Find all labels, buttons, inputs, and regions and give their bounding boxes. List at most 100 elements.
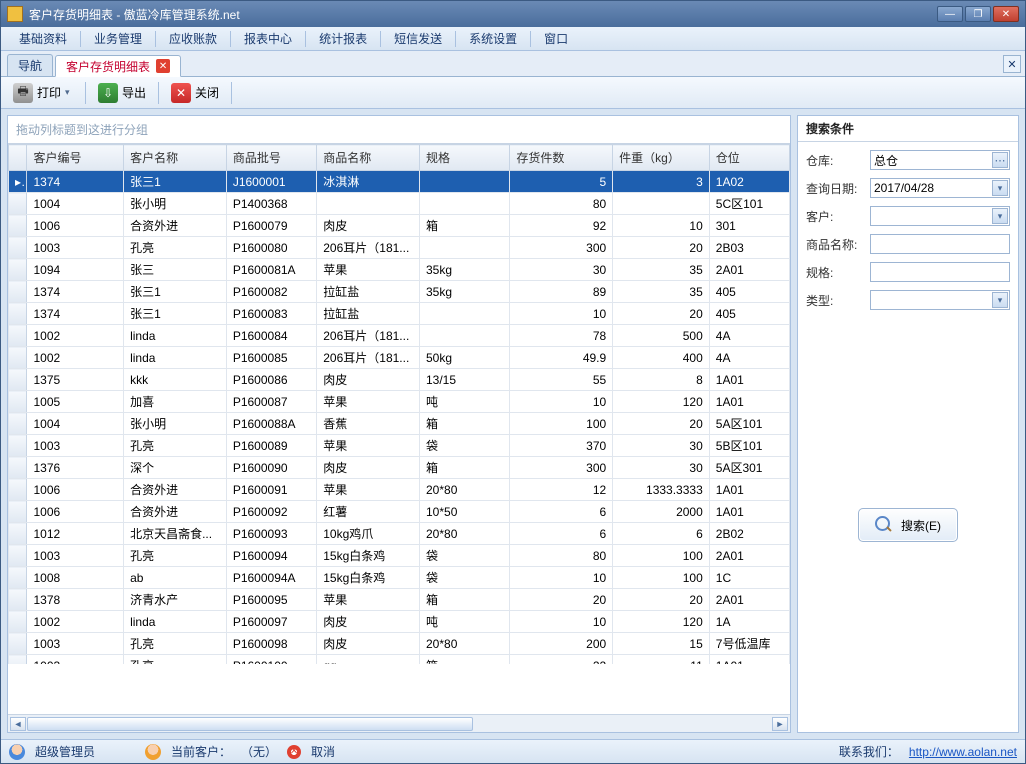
cell[interactable]: 苹果 xyxy=(317,391,420,413)
cell[interactable] xyxy=(420,325,510,347)
print-button[interactable]: 🖶 打印 ▾ xyxy=(7,80,79,106)
cell[interactable]: 2A01 xyxy=(709,589,789,611)
menu-系统设置[interactable]: 系统设置 xyxy=(459,27,527,50)
cell[interactable]: 10 xyxy=(510,567,613,589)
cell[interactable]: 7号低温库 xyxy=(709,633,789,655)
cell[interactable]: P1600079 xyxy=(226,215,316,237)
table-row[interactable]: 1374张三1P1600082拉缸盐35kg8935405 xyxy=(9,281,790,303)
table-row[interactable]: 1002lindaP1600084206耳片（181...785004A xyxy=(9,325,790,347)
table-row[interactable]: 1375kkkP1600086肉皮13/155581A01 xyxy=(9,369,790,391)
scroll-thumb[interactable] xyxy=(27,717,473,731)
cell[interactable]: 55 xyxy=(510,369,613,391)
group-by-area[interactable]: 拖动列标题到这进行分组 xyxy=(8,116,790,144)
cell[interactable]: 15kg白条鸡 xyxy=(317,567,420,589)
cell[interactable]: 1A xyxy=(709,611,789,633)
cell[interactable]: P1600100 xyxy=(226,655,316,665)
cell[interactable]: 吨 xyxy=(420,391,510,413)
cell[interactable]: 1004 xyxy=(27,413,124,435)
column-header[interactable]: 存货件数 xyxy=(510,145,613,171)
type-input[interactable]: ▾ xyxy=(870,290,1010,310)
cell[interactable]: 10 xyxy=(613,215,710,237)
cell[interactable]: 箱 xyxy=(420,215,510,237)
cell[interactable]: P1600082 xyxy=(226,281,316,303)
cell[interactable]: 1A01 xyxy=(709,369,789,391)
table-row[interactable]: 1006合资外进P1600091苹果20*80121333.33331A01 xyxy=(9,479,790,501)
cell[interactable]: 孔亮 xyxy=(124,633,227,655)
cell[interactable]: P1600092 xyxy=(226,501,316,523)
table-row[interactable]: 1374张三1P1600083拉缸盐1020405 xyxy=(9,303,790,325)
contact-link[interactable]: http://www.aolan.net xyxy=(909,745,1017,759)
cell[interactable]: 张三1 xyxy=(124,303,227,325)
cell[interactable]: 20*80 xyxy=(420,633,510,655)
table-row[interactable]: 1003孔亮P1600100qq箱22111A01 xyxy=(9,655,790,665)
h-scrollbar[interactable]: ◄ ► xyxy=(8,714,790,732)
cell[interactable]: 北京天昌斋食... xyxy=(124,523,227,545)
cell[interactable]: P1600087 xyxy=(226,391,316,413)
cell[interactable]: 206耳片（181... xyxy=(317,237,420,259)
cell[interactable]: 49.9 xyxy=(510,347,613,369)
customer-input[interactable]: ▾ xyxy=(870,206,1010,226)
cell[interactable]: 苹果 xyxy=(317,589,420,611)
tabbar-close-all-icon[interactable]: ✕ xyxy=(1003,55,1021,73)
cell[interactable]: 20 xyxy=(613,237,710,259)
cell[interactable]: 15 xyxy=(613,633,710,655)
cell[interactable]: 济青水产 xyxy=(124,589,227,611)
menu-统计报表[interactable]: 统计报表 xyxy=(309,27,377,50)
cell[interactable]: 100 xyxy=(613,567,710,589)
cell[interactable]: 合资外进 xyxy=(124,501,227,523)
cell[interactable]: 1374 xyxy=(27,281,124,303)
close-tab-icon[interactable]: ✕ xyxy=(156,59,170,73)
cell[interactable]: linda xyxy=(124,325,227,347)
cell[interactable]: 箱 xyxy=(420,589,510,611)
cell[interactable]: 香蕉 xyxy=(317,413,420,435)
cell[interactable]: 120 xyxy=(613,611,710,633)
cell[interactable]: 89 xyxy=(510,281,613,303)
cell[interactable]: 袋 xyxy=(420,567,510,589)
cell[interactable]: 1374 xyxy=(27,303,124,325)
cell[interactable]: 1333.3333 xyxy=(613,479,710,501)
menu-窗口[interactable]: 窗口 xyxy=(534,27,578,50)
cell[interactable]: 5 xyxy=(510,171,613,193)
maximize-button[interactable]: ❐ xyxy=(965,6,991,22)
cell[interactable]: 袋 xyxy=(420,545,510,567)
cell[interactable]: 冰淇淋 xyxy=(317,171,420,193)
cell[interactable]: 78 xyxy=(510,325,613,347)
cell[interactable]: 1002 xyxy=(27,347,124,369)
cell[interactable]: 张三 xyxy=(124,259,227,281)
close-window-button[interactable]: ✕ xyxy=(993,6,1019,22)
cell[interactable]: 1003 xyxy=(27,545,124,567)
cell[interactable]: kkk xyxy=(124,369,227,391)
table-row[interactable]: 1012北京天昌斋食...P160009310kg鸡爪20*80662B02 xyxy=(9,523,790,545)
table-row[interactable]: 1006合资外进P1600079肉皮箱9210301 xyxy=(9,215,790,237)
table-row[interactable]: 1004张小明P1400368805C区101 xyxy=(9,193,790,215)
cell[interactable]: 10*50 xyxy=(420,501,510,523)
cell[interactable]: 1003 xyxy=(27,655,124,665)
cell[interactable]: 206耳片（181... xyxy=(317,347,420,369)
table-row[interactable]: 1003孔亮P1600089苹果袋370305B区101 xyxy=(9,435,790,457)
table-row[interactable]: 1378济青水产P1600095苹果箱20202A01 xyxy=(9,589,790,611)
cell[interactable]: 2B02 xyxy=(709,523,789,545)
cell[interactable]: 20*80 xyxy=(420,523,510,545)
date-dropdown-icon[interactable]: ▾ xyxy=(992,180,1008,196)
cell[interactable]: P1600080 xyxy=(226,237,316,259)
cell[interactable]: 1094 xyxy=(27,259,124,281)
cell[interactable]: 20 xyxy=(613,589,710,611)
cell[interactable]: P1600085 xyxy=(226,347,316,369)
cell[interactable]: 301 xyxy=(709,215,789,237)
cell[interactable]: 35kg xyxy=(420,259,510,281)
cell[interactable]: 300 xyxy=(510,457,613,479)
table-row[interactable]: 1008abP1600094A15kg白条鸡袋101001C xyxy=(9,567,790,589)
cell[interactable]: 加喜 xyxy=(124,391,227,413)
cell[interactable]: 1008 xyxy=(27,567,124,589)
cell[interactable]: 10 xyxy=(510,391,613,413)
cell[interactable]: 1012 xyxy=(27,523,124,545)
cell[interactable]: 1004 xyxy=(27,193,124,215)
cell[interactable]: 1A01 xyxy=(709,391,789,413)
cell[interactable]: 孔亮 xyxy=(124,435,227,457)
cell[interactable]: 1003 xyxy=(27,237,124,259)
cell[interactable]: 张三1 xyxy=(124,171,227,193)
cancel-label[interactable]: 取消 xyxy=(311,743,335,760)
cell[interactable]: 拉缸盐 xyxy=(317,303,420,325)
table-row[interactable]: 1005加喜P1600087苹果吨101201A01 xyxy=(9,391,790,413)
cell[interactable]: 1375 xyxy=(27,369,124,391)
